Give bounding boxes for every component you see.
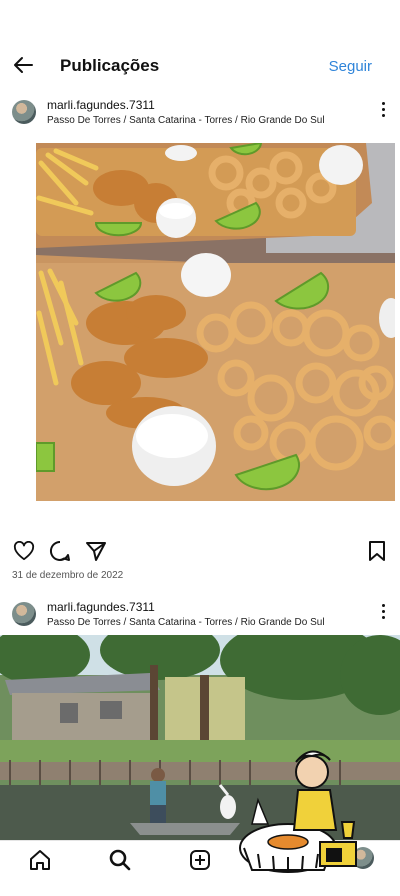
avatar[interactable] <box>12 602 36 626</box>
comment-icon[interactable] <box>49 540 71 562</box>
add-post-icon[interactable] <box>189 849 211 871</box>
post-username[interactable]: marli.fagundes.7311 <box>47 98 155 112</box>
post-header: marli.fagundes.7311 Passo De Torres / Sa… <box>0 96 400 142</box>
more-options-icon[interactable] <box>382 604 386 620</box>
restaurant-logo-icon <box>239 750 357 873</box>
post-photo[interactable] <box>36 143 395 501</box>
search-icon[interactable] <box>109 849 131 871</box>
post-date: 31 de dezembro de 2022 <box>12 570 124 581</box>
follow-button[interactable]: Seguir <box>329 58 372 75</box>
post-location[interactable]: Passo De Torres / Santa Catarina - Torre… <box>47 617 325 628</box>
send-icon[interactable] <box>85 540 107 562</box>
more-options-icon[interactable] <box>382 102 386 118</box>
post-location[interactable]: Passo De Torres / Santa Catarina - Torre… <box>47 115 325 126</box>
home-icon[interactable] <box>29 849 51 871</box>
post-username[interactable]: marli.fagundes.7311 <box>47 600 155 614</box>
bookmark-icon[interactable] <box>368 540 386 562</box>
avatar[interactable] <box>12 100 36 124</box>
heart-icon[interactable] <box>13 541 35 561</box>
top-header: Publicações Seguir <box>0 44 400 88</box>
post-actions <box>0 537 400 565</box>
page-title: Publicações <box>60 56 160 75</box>
back-arrow-icon[interactable] <box>12 54 34 76</box>
